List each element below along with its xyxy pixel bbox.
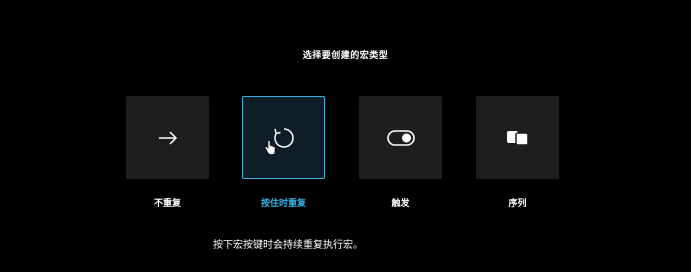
macro-type-no-repeat-label[interactable]: 不重复 [126, 196, 209, 209]
sequence-icon [476, 96, 559, 179]
macro-type-toggle-label[interactable]: 触发 [359, 196, 442, 209]
macro-type-toggle-card[interactable] [359, 96, 442, 179]
arrow-right-icon [126, 96, 209, 179]
hand-pointer-icon [264, 140, 276, 156]
macro-type-sequence-card[interactable] [476, 96, 559, 179]
macro-type-repeat-while-held-card[interactable] [242, 96, 325, 179]
repeat-circle-icon [243, 97, 324, 178]
macro-type-description: 按下宏按键时会持续重复执行宏。 [213, 240, 363, 251]
macro-type-sequence-label[interactable]: 序列 [476, 196, 559, 209]
macro-type-repeat-while-held-label[interactable]: 按住时重复 [242, 196, 325, 209]
toggle-icon [359, 96, 442, 179]
macro-type-no-repeat-card[interactable] [126, 96, 209, 179]
dialog-title: 选择要创建的宏类型 [302, 51, 389, 61]
